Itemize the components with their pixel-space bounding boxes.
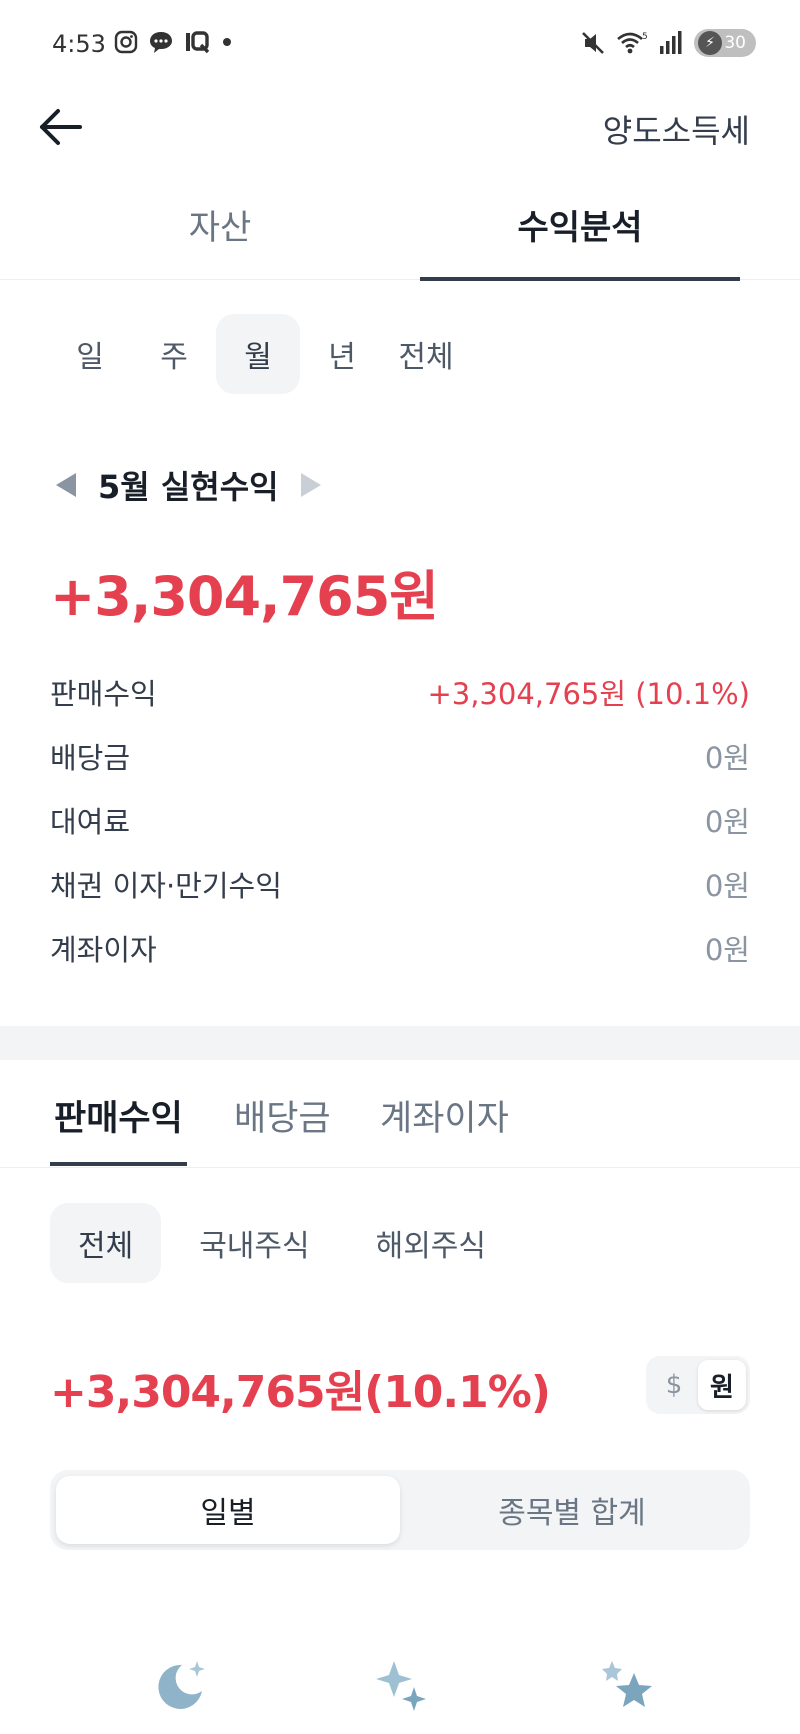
period-tab-year[interactable]: 년 [300,314,384,394]
filter-all[interactable]: 전체 [50,1203,162,1283]
breakdown-label: 배당금 [50,741,131,775]
signal-icon [660,31,682,54]
chat-bubble-icon [150,32,172,53]
instagram-icon [114,30,138,54]
detail-tab-account-interest-label: 계좌이자 [380,1099,509,1139]
mute-icon [582,32,604,54]
profit-breakdown-list: 판매수익 +3,304,765원 (10.1%) 배당금 0원 대여료 0원 채… [50,660,750,980]
breakdown-value: 0원 [704,741,750,775]
previous-period-icon[interactable] [56,473,76,497]
breakdown-row-lending-fee: 대여료 0원 [50,788,750,852]
detail-tab-sales-label: 판매수익 [54,1099,183,1139]
1q-app-icon [186,31,210,54]
sales-profit-amount: +3,304,765원(10.1%) [50,1367,551,1418]
status-time: 4:53 [52,30,106,58]
capital-gains-tax-link[interactable]: 양도소득세 [603,106,750,152]
period-tab-day[interactable]: 일 [48,314,132,394]
tab-assets[interactable]: 자산 [60,185,380,280]
detail-tab-account-interest[interactable]: 계좌이자 [380,1090,509,1141]
market-filter-chips: 전체 국내주식 해외주식 [50,1203,524,1283]
tab-profit-analysis[interactable]: 수익분석 [420,185,740,281]
bottom-decorations [0,1655,800,1725]
realized-profit-total: +3,304,765원 [50,565,439,628]
status-bar: 4:53 5 ⚡ 30 [0,0,800,90]
breakdown-row-account-interest: 계좌이자 0원 [50,916,750,980]
stars-icon [602,1661,652,1707]
breakdown-value: +3,304,765원 (10.1%) [427,677,750,711]
dot-icon [223,38,231,46]
detail-tab-dividend-label: 배당금 [234,1099,331,1139]
period-tab-week[interactable]: 주 [132,314,216,394]
main-tabs: 자산 수익분석 [0,185,800,281]
battery-icon: ⚡ 30 [694,29,756,57]
breakdown-row-dividend: 배당금 0원 [50,724,750,788]
header: 양도소득세 [0,90,800,200]
tab-profit-analysis-label: 수익분석 [517,208,643,248]
filter-overseas-stocks[interactable]: 해외주식 [348,1203,514,1283]
breakdown-label: 계좌이자 [50,933,157,967]
breakdown-row-sales: 판매수익 +3,304,765원 (10.1%) [50,660,750,724]
breakdown-value: 0원 [704,933,750,967]
moon-sparkle-icon [158,1661,205,1709]
active-tab-indicator [420,277,740,281]
breakdown-row-bond-interest: 채권 이자·만기수익 0원 [50,852,750,916]
section-divider [0,1026,800,1060]
period-label: 5월 실현수익 [98,468,279,506]
breakdown-label: 대여료 [50,805,131,839]
charging-bolt-icon: ⚡ [698,31,722,55]
breakdown-label: 채권 이자·만기수익 [50,869,282,903]
currency-krw-button[interactable]: 원 [698,1360,746,1410]
period-tab-all[interactable]: 전체 [384,314,468,394]
currency-usd-button[interactable]: $ [650,1360,698,1410]
notification-icons [114,30,234,54]
svg-text:5: 5 [642,32,648,42]
next-period-icon[interactable] [300,473,321,497]
detail-tab-dividend[interactable]: 배당금 [234,1090,331,1141]
detail-tab-sales[interactable]: 판매수익 [50,1090,187,1166]
period-tabs: 일 주 월 년 전체 [48,314,468,394]
system-icons: 5 ⚡ 30 [580,29,756,57]
segment-by-stock-total[interactable]: 종목별 합계 [400,1476,744,1544]
period-tab-month[interactable]: 월 [216,314,300,394]
tab-assets-label: 자산 [188,208,252,248]
arrow-left-icon [40,109,82,145]
detail-tabs: 판매수익 배당금 계좌이자 [0,1060,800,1168]
currency-toggle: $ 원 [646,1356,750,1414]
back-button[interactable] [36,102,86,152]
breakdown-label: 판매수익 [50,677,157,711]
view-mode-segment: 일별 종목별 합계 [50,1470,750,1550]
battery-level: 30 [724,33,746,53]
period-navigator: 5월 실현수익 [56,462,321,508]
active-tab-indicator [50,1162,187,1166]
wifi-icon: 5 [617,32,648,54]
breakdown-value: 0원 [704,869,750,903]
segment-daily[interactable]: 일별 [56,1476,400,1544]
sparkles-icon [376,1661,426,1711]
filter-domestic-stocks[interactable]: 국내주식 [171,1203,337,1283]
breakdown-value: 0원 [704,805,750,839]
